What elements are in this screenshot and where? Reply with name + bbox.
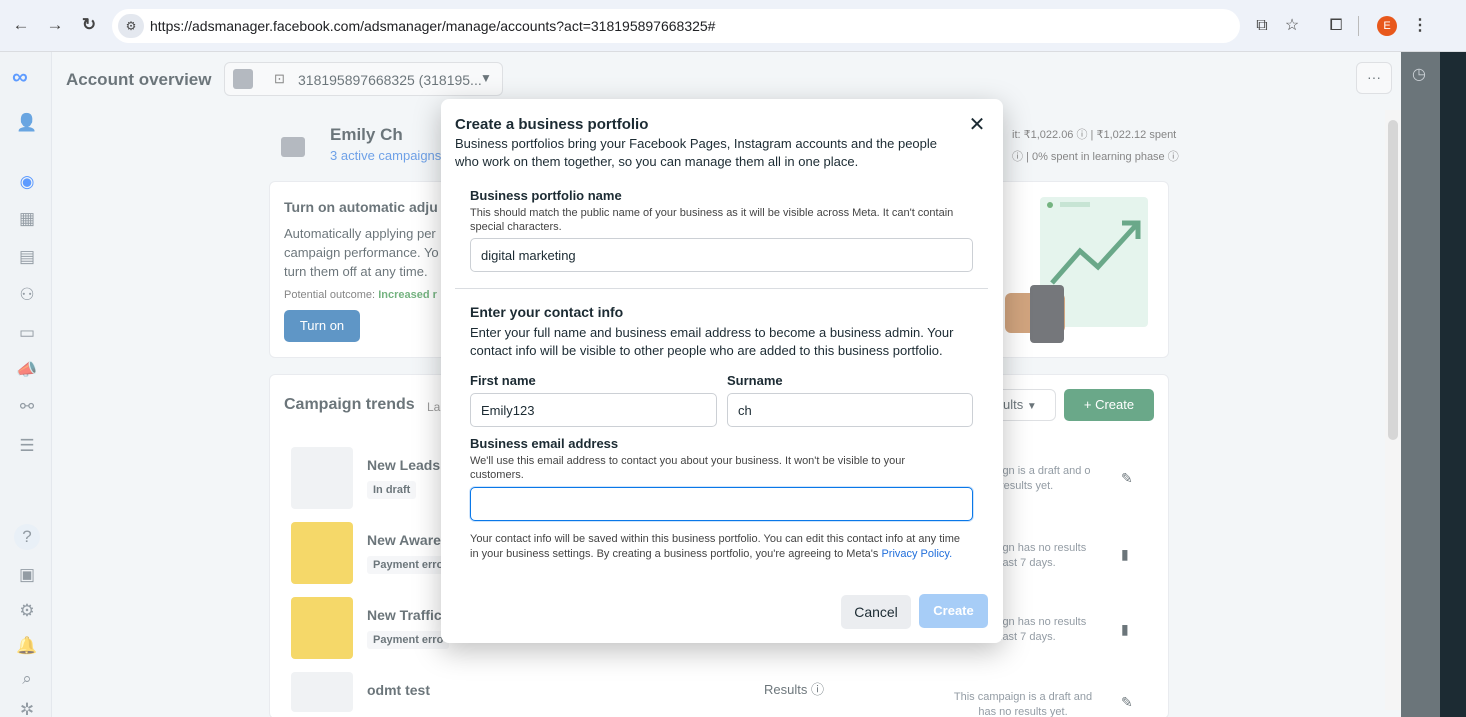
portfolio-name-label: Business portfolio name: [470, 188, 622, 203]
bookmark-star-icon[interactable]: ☆: [1280, 14, 1304, 38]
first-name-input[interactable]: [470, 393, 717, 427]
create-button[interactable]: Create: [919, 594, 988, 628]
extensions-icon[interactable]: ⧠: [1324, 14, 1348, 38]
dialog-description: Business portfolios bring your Facebook …: [455, 136, 938, 169]
email-help: We'll use this email address to contact …: [470, 455, 906, 481]
section-divider: [455, 288, 988, 289]
email-label: Business email address: [470, 436, 619, 451]
privacy-policy-link[interactable]: Privacy Policy.: [881, 548, 952, 560]
contact-info-description: Enter your full name and business email …: [470, 325, 954, 358]
dialog-footer-note: Your contact info will be saved within t…: [470, 532, 970, 562]
close-icon[interactable]: ✕: [966, 114, 988, 136]
back-arrow-icon[interactable]: ←: [10, 14, 32, 36]
forward-arrow-icon[interactable]: →: [44, 14, 66, 36]
toolbar-divider: [1358, 16, 1359, 36]
business-email-input[interactable]: [470, 487, 973, 521]
url-text[interactable]: https://adsmanager.facebook.com/adsmanag…: [150, 18, 715, 34]
dialog-title: Create a business portfolio: [455, 116, 649, 133]
install-app-icon[interactable]: ⧉: [1250, 14, 1274, 38]
portfolio-name-input[interactable]: [470, 238, 973, 272]
site-info-icon[interactable]: ⚙: [118, 14, 144, 38]
browser-profile-avatar[interactable]: E: [1377, 16, 1397, 36]
surname-input[interactable]: [727, 393, 973, 427]
first-name-label: First name: [470, 373, 536, 388]
browser-menu-icon[interactable]: ⋮: [1408, 14, 1432, 38]
cancel-button[interactable]: Cancel: [841, 595, 911, 629]
surname-label: Surname: [727, 373, 783, 388]
portfolio-name-help: This should match the public name of you…: [470, 207, 954, 233]
reload-icon[interactable]: ↻: [78, 14, 100, 36]
contact-info-title: Enter your contact info: [470, 304, 624, 320]
